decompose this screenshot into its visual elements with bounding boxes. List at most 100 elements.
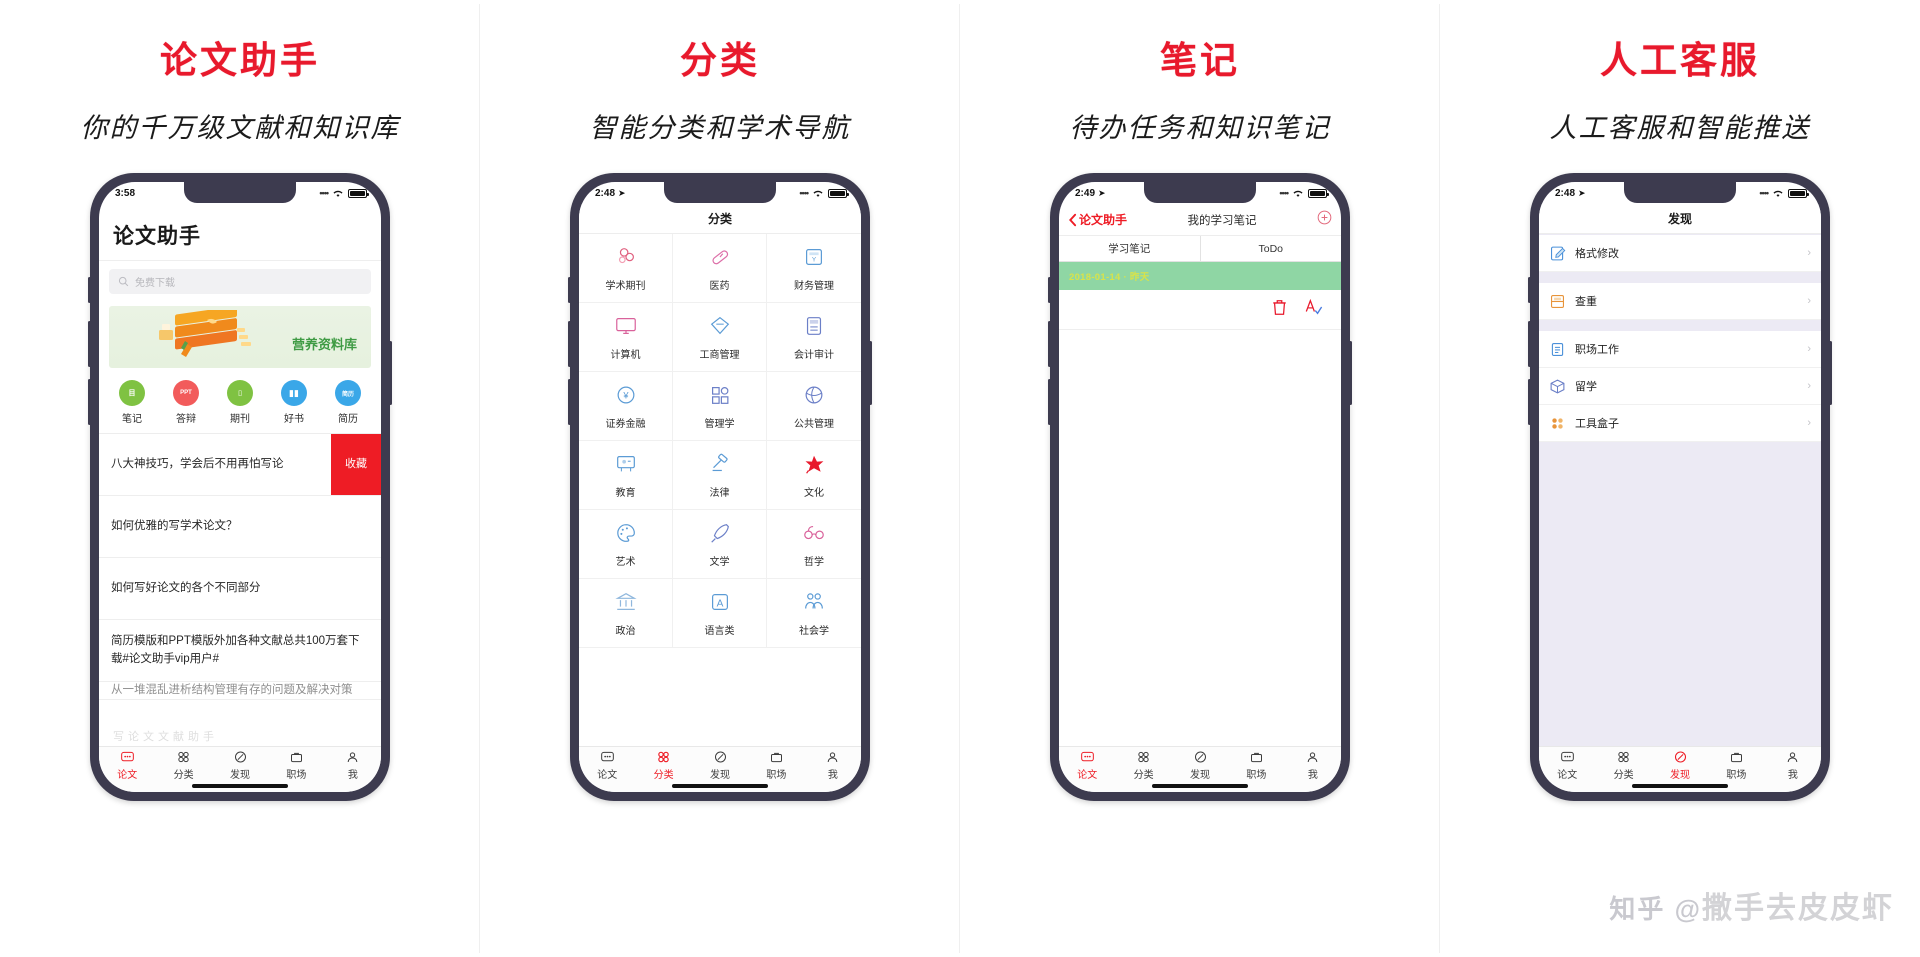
font-style-button[interactable] (1304, 298, 1323, 321)
grid-cell-politics[interactable]: 政治 (579, 579, 673, 648)
user-icon (1787, 752, 1798, 763)
grid-cell-label: 工商管理 (699, 350, 740, 361)
add-note-button[interactable] (1317, 210, 1332, 230)
wifi-icon (1293, 190, 1303, 197)
tab-category[interactable]: 分类 (635, 747, 691, 784)
phone-mockup-1: 3:58 •••• 论文助手 免费下载 营养资料库 目 笔记 PPT 答辩 ▯ … (88, 173, 392, 801)
list-item-plagiarism-check[interactable]: 查重 › (1539, 283, 1821, 320)
grid-cell-education[interactable]: 教育 (579, 441, 673, 510)
list-item-workplace[interactable]: 职场工作 › (1539, 331, 1821, 368)
grid-cell-label: 语言类 (704, 626, 735, 637)
tab-category[interactable]: 分类 (155, 747, 211, 784)
grid-cell-securities-finance[interactable]: ¥ 证券金融 (579, 372, 673, 441)
watermark-prefix: 知乎 @ (1609, 894, 1702, 924)
status-bar: 3:58 •••• (99, 182, 381, 204)
location-arrow-icon: ➤ (618, 187, 626, 198)
tab-label: 发现 (230, 770, 251, 781)
dots-grid-icon (1552, 417, 1563, 429)
quick-action-journal[interactable]: ▯ 期刊 (213, 380, 267, 425)
grid-cell-culture[interactable]: 文化 (767, 441, 861, 510)
home-indicator[interactable] (192, 784, 288, 788)
list-item-label: 留学 (1575, 381, 1597, 393)
tab-workplace[interactable]: 职场 (268, 747, 324, 784)
grid-cell-language[interactable]: A 语言类 (673, 579, 767, 648)
grid-cell-finance-mgmt[interactable]: Y 财务管理 (767, 234, 861, 303)
grid-cell-label: 计算机 (610, 350, 641, 361)
list-item-text: 简历模版和PPT模版外加各种文献总共100万套下载#论文助手vip用户# (111, 634, 360, 665)
home-indicator[interactable] (1152, 784, 1248, 788)
list-item[interactable]: 八大神技巧，学会后不用再怕写论 收藏 (99, 434, 381, 496)
segmented-control: 学习笔记 ToDo (1059, 236, 1341, 262)
list-item-format-edit[interactable]: 格式修改 › (1539, 235, 1821, 272)
tab-me[interactable]: 我 (1765, 747, 1821, 784)
list-item[interactable]: 简历模版和PPT模版外加各种文献总共100万套下载#论文助手vip用户# (99, 620, 381, 682)
grid-cell-computer[interactable]: 计算机 (579, 303, 673, 372)
tab-workplace[interactable]: 职场 (1228, 747, 1284, 784)
grid-cell-accounting-audit[interactable]: 会计审计 (767, 303, 861, 372)
list-item-text: 如何写好论文的各个不同部分 (111, 581, 261, 594)
diamond-icon (707, 313, 733, 339)
tab-me[interactable]: 我 (1285, 747, 1341, 784)
grid-cell-business-admin[interactable]: 工商管理 (673, 303, 767, 372)
delete-button[interactable] (1271, 298, 1288, 321)
quick-action-row: 目 笔记 PPT 答辩 ▯ 期刊 ▮▮ 好书 简历 简历 (99, 374, 381, 434)
list-item[interactable]: 如何优雅的写学术论文？ (99, 496, 381, 558)
tab-me[interactable]: 我 (805, 747, 861, 784)
quick-action-defense[interactable]: PPT 答辩 (159, 380, 213, 425)
volume-down-button (1048, 379, 1051, 425)
banner-label: 营养资料库 (291, 337, 357, 352)
search-input[interactable]: 免费下载 (109, 269, 371, 294)
quick-action-note[interactable]: 目 笔记 (105, 380, 159, 425)
quick-action-resume[interactable]: 简历 简历 (321, 380, 375, 425)
tab-paper[interactable]: 论文 (99, 747, 155, 784)
tab-workplace[interactable]: 职场 (748, 747, 804, 784)
tab-category[interactable]: 分类 (1115, 747, 1171, 784)
tab-category[interactable]: 分类 (1595, 747, 1651, 784)
tab-me[interactable]: 我 (325, 747, 381, 784)
grid-cell-academic-journal[interactable]: 学术期刊 (579, 234, 673, 303)
grid-cell-literature[interactable]: 文学 (673, 510, 767, 579)
list-item[interactable]: 从一堆混乱进析结构管理有存的问题及解决对策 (99, 682, 381, 700)
note-body[interactable] (1059, 330, 1341, 746)
quick-action-books[interactable]: ▮▮ 好书 (267, 380, 321, 425)
card-notes: 笔记 待办任务和知识笔记 2:49 ➤ •••• 论文助手 我的学习笔记 学习笔… (960, 0, 1440, 957)
grid-cell-label: 财务管理 (794, 281, 834, 292)
list-item-text: 如何优雅的写学术论文？ (111, 519, 238, 532)
back-button[interactable]: 论文助手 (1068, 211, 1127, 228)
tab-paper[interactable]: 论文 (579, 747, 635, 784)
favorite-button[interactable]: 收藏 (331, 434, 381, 495)
promo-banner[interactable]: 营养资料库 (109, 306, 371, 368)
note-list-item[interactable]: 2018-01-14 · 昨天 (1059, 262, 1341, 290)
home-indicator[interactable] (1632, 784, 1728, 788)
tab-workplace[interactable]: 职场 (1708, 747, 1764, 784)
battery-icon (828, 188, 849, 198)
tab-discover[interactable]: 发现 (1172, 747, 1228, 784)
list-item-toolbox[interactable]: 工具盒子 › (1539, 405, 1821, 442)
grid-cell-management[interactable]: 管理学 (673, 372, 767, 441)
grid-cell-law[interactable]: 法律 (673, 441, 767, 510)
status-time: 2:49 (1075, 187, 1096, 199)
grid-cell-philosophy[interactable]: 哲学 (767, 510, 861, 579)
home-indicator[interactable] (672, 784, 768, 788)
list-item[interactable]: 如何写好论文的各个不同部分 (99, 558, 381, 620)
tab-discover[interactable]: 发现 (212, 747, 268, 784)
grid-cell-label: 艺术 (615, 557, 636, 568)
tab-label: 分类 (173, 770, 194, 781)
tab-paper[interactable]: 论文 (1539, 747, 1595, 784)
tab-discover[interactable]: 发现 (692, 747, 748, 784)
volume-down-button (1528, 379, 1531, 425)
list-item-study-abroad[interactable]: 留学 › (1539, 368, 1821, 405)
grid-cell-medicine[interactable]: 医药 (673, 234, 767, 303)
tab-study-notes[interactable]: 学习笔记 (1059, 236, 1201, 261)
grid-icon (658, 751, 669, 763)
grid-cell-sociology[interactable]: 社会学 (767, 579, 861, 648)
palette-icon (613, 520, 639, 546)
tab-label: 我 (827, 770, 838, 781)
grid-cell-public-admin[interactable]: 公共管理 (767, 372, 861, 441)
tab-discover[interactable]: 发现 (1652, 747, 1708, 784)
tab-paper[interactable]: 论文 (1059, 747, 1115, 784)
grid-cell-art[interactable]: 艺术 (579, 510, 673, 579)
tab-todo[interactable]: ToDo (1201, 236, 1342, 261)
calc-icon (801, 313, 827, 339)
blackboard-icon (613, 451, 639, 477)
